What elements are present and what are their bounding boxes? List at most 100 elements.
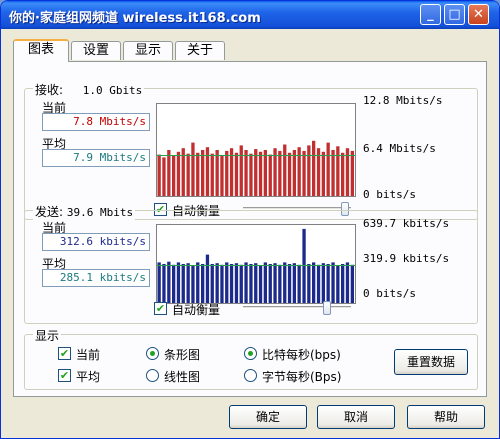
traffic-bar	[186, 263, 190, 303]
traffic-bar	[196, 152, 200, 196]
ok-button[interactable]: 确定	[229, 405, 307, 429]
check-icon: ✔	[59, 347, 70, 360]
traffic-bar	[249, 264, 253, 303]
send-scale-bottom: 0 bits/s	[363, 287, 416, 300]
traffic-bar	[239, 145, 243, 196]
traffic-bar	[336, 265, 340, 303]
send-average-value: 285.1 kbits/s	[42, 269, 150, 287]
traffic-bar	[196, 262, 200, 303]
traffic-bar	[167, 150, 171, 196]
traffic-bar	[321, 263, 325, 303]
send-chart-svg	[157, 228, 355, 303]
traffic-bar	[176, 262, 181, 303]
traffic-bar	[249, 153, 253, 196]
traffic-bar	[268, 264, 272, 303]
traffic-bar	[263, 262, 267, 303]
title-bar[interactable]: 你的·家庭组网频道 wireless.it168.com _ □ ✕	[1, 1, 499, 29]
traffic-bar	[220, 155, 224, 196]
send-slider-track[interactable]	[243, 306, 351, 309]
receive-current-value: 7.8 Mbits/s	[42, 113, 150, 131]
traffic-bar	[297, 147, 301, 196]
show-current-label: 当前	[76, 348, 101, 362]
traffic-bar	[278, 264, 282, 303]
maximize-icon: □	[448, 7, 461, 22]
traffic-bar	[215, 263, 219, 303]
help-button[interactable]: 帮助	[407, 405, 485, 429]
receive-scale-top: 12.8 Mbits/s	[363, 94, 443, 107]
send-auto-scale-checkbox[interactable]: ✔	[154, 302, 167, 315]
radio-dot	[248, 351, 253, 356]
traffic-bar	[292, 263, 296, 303]
send-slider-thumb[interactable]	[323, 301, 331, 315]
traffic-bar	[167, 261, 171, 303]
minimize-icon: _	[427, 7, 434, 22]
send-chart	[156, 224, 356, 304]
send-max: 39.6 Mbits	[66, 206, 134, 219]
tab-panel: 接收: 1.0 Gbits 当前 7.8 Mbits/s 平均 7.9 Mbit…	[13, 61, 487, 397]
traffic-bar	[278, 150, 282, 196]
traffic-bar	[191, 265, 195, 303]
send-current-value: 312.6 kbits/s	[42, 233, 150, 251]
traffic-bar	[244, 150, 248, 196]
traffic-bar	[162, 264, 166, 303]
show-current-checkbox[interactable]: ✔	[58, 347, 71, 360]
show-average-label: 平均	[76, 370, 101, 384]
minimize-button[interactable]: _	[420, 4, 441, 25]
traffic-bar	[331, 262, 335, 303]
traffic-bar	[205, 254, 210, 303]
traffic-bar	[162, 157, 166, 196]
traffic-bar	[157, 262, 161, 303]
traffic-bar	[220, 264, 224, 303]
tab-about[interactable]: 关于	[175, 41, 225, 60]
receive-scale-mid: 6.4 Mbits/s	[363, 142, 436, 155]
bytes-per-sec-label: 字节每秒(Bps)	[262, 370, 342, 384]
check-icon: ✔	[59, 369, 70, 382]
traffic-bar	[341, 264, 345, 303]
send-scale-top: 639.7 kbits/s	[363, 217, 450, 230]
tab-chart[interactable]: 图表	[13, 39, 69, 62]
traffic-bar	[186, 153, 190, 196]
traffic-bar	[172, 264, 176, 303]
traffic-bar	[234, 263, 239, 303]
traffic-bar	[258, 265, 263, 303]
receive-chart	[156, 103, 356, 197]
bits-per-sec-radio[interactable]	[244, 347, 257, 360]
display-legend: 显示	[33, 327, 62, 344]
reset-data-button[interactable]: 重置数据	[394, 349, 468, 375]
traffic-bar	[210, 153, 214, 196]
traffic-bar	[336, 146, 340, 196]
traffic-bar	[341, 152, 345, 196]
show-average-checkbox[interactable]: ✔	[58, 369, 71, 382]
bar-chart-radio[interactable]	[146, 347, 159, 360]
traffic-bar	[316, 264, 321, 303]
tab-display[interactable]: 显示	[123, 41, 173, 60]
send-label: 发送:	[35, 205, 64, 219]
receive-group: 接收: 1.0 Gbits 当前 7.8 Mbits/s 平均 7.9 Mbit…	[24, 81, 478, 220]
send-scale-mid: 319.9 kbits/s	[363, 252, 450, 265]
send-group: 发送: 39.6 Mbits 当前 312.6 kbits/s 平均 285.1…	[24, 203, 478, 324]
receive-max: 1.0 Gbits	[82, 84, 143, 97]
close-icon: ✕	[473, 7, 484, 22]
line-chart-radio[interactable]	[146, 369, 159, 382]
traffic-bar	[191, 142, 195, 196]
traffic-bar	[326, 142, 330, 196]
radio-dot	[150, 351, 155, 356]
traffic-bar	[273, 263, 277, 303]
traffic-bar	[176, 151, 181, 196]
traffic-bar	[258, 151, 263, 196]
traffic-bar	[225, 262, 229, 303]
tab-settings[interactable]: 设置	[71, 41, 121, 60]
cancel-button[interactable]: 取消	[317, 405, 395, 429]
bar-chart-label: 条形图	[164, 348, 201, 362]
traffic-bar	[244, 262, 248, 303]
traffic-bar	[157, 154, 161, 196]
traffic-bar	[172, 155, 176, 196]
traffic-bar	[292, 150, 296, 196]
maximize-button[interactable]: □	[444, 4, 465, 25]
traffic-bar	[283, 262, 287, 303]
traffic-bar	[312, 140, 316, 196]
close-button[interactable]: ✕	[468, 4, 489, 25]
traffic-bar	[312, 262, 316, 303]
receive-chart-svg	[157, 140, 355, 196]
bytes-per-sec-radio[interactable]	[244, 369, 257, 382]
